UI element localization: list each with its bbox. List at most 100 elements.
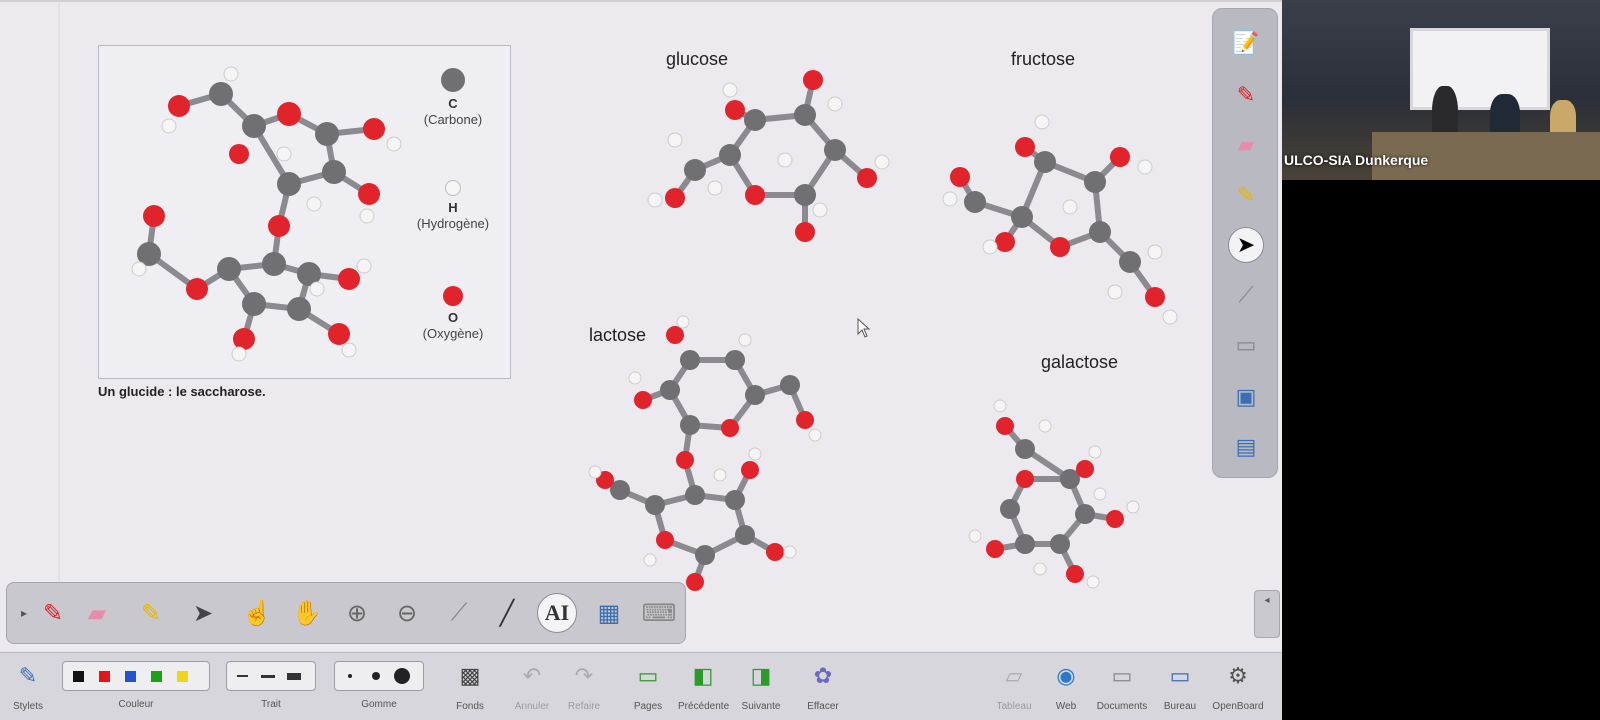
suivante-button[interactable]: ◨ Suivante [736,659,786,712]
galactose-molecule [968,399,1140,589]
line-width-label: Trait [261,699,281,710]
carbon-atom-icon [441,68,465,92]
previous-page-icon: ◧ [692,663,714,688]
legend-name: (Hydrogène) [416,216,490,231]
globe-icon: ◉ [1056,663,1076,688]
hand-icon[interactable]: ✋ [287,593,327,633]
hand-pointer-icon[interactable]: ☝ [237,593,277,633]
effacer-button[interactable]: ✿ Effacer [800,659,846,712]
legend-carbon: C (Carbone) [413,68,493,128]
eraser-medium[interactable] [365,665,387,687]
fonds-button[interactable]: ▩ Fonds [450,659,490,712]
add-page-icon: ▭ [637,663,659,688]
eraser-icon[interactable]: ▰ [1228,127,1264,163]
galactose-label: galactose [1041,352,1119,372]
color-green[interactable] [145,665,167,687]
pages-label: Pages [633,701,663,712]
tableau-label: Tableau [996,701,1032,712]
line-medium[interactable] [257,665,279,687]
laser-icon[interactable]: ⟋ [1228,277,1264,313]
pen-icon[interactable]: ✎ [33,593,73,633]
desktop-icon[interactable]: ▤ [1228,429,1264,465]
redo-icon: ↷ [574,663,594,688]
color-red[interactable] [93,665,115,687]
highlighter-icon[interactable]: ✎ [131,593,171,633]
figure-caption: Un glucide : le saccharose. [98,384,266,399]
annuler-label: Annuler [514,701,550,712]
pen-icon[interactable]: ✎ [1228,77,1264,113]
stylets-button[interactable]: ✎ Stylets [8,659,48,712]
capture-icon[interactable]: ▦ [589,593,629,633]
undo-icon: ↶ [522,663,542,688]
legend-symbol: C [448,96,458,111]
saccharose-molecule [131,66,402,362]
board-icon: ▱ [1005,663,1023,688]
annuler-button[interactable]: ↶ Annuler [510,659,554,712]
eraser-large[interactable] [391,665,413,687]
fonds-label: Fonds [456,701,484,712]
ruler-icon[interactable]: ▭ [1228,327,1264,363]
color-yellow[interactable] [171,665,193,687]
clear-page-icon: ✿ [813,663,833,688]
bottom-toolbar: ✎ Stylets Couleur Trait Gomme ▩ Fonds ↶ … [0,652,1282,720]
line-icon[interactable]: ╱ [487,593,527,633]
gear-icon: ⚙ [1228,663,1248,688]
color-label: Couleur [118,699,154,710]
laser-icon[interactable]: ⟋ [439,593,479,633]
projector-screen [1410,28,1550,110]
line-thin[interactable] [231,665,253,687]
legend-oxygen: O (Oxygène) [413,286,493,342]
documents-label: Documents [1096,701,1148,712]
text-icon[interactable]: AI [537,593,577,633]
documents-button[interactable]: ▭ Documents [1094,659,1150,712]
lactose-molecule [588,315,822,591]
background-icon: ▩ [459,663,481,688]
eraser-icon[interactable]: ▰ [77,593,117,633]
folder-icon: ▭ [1111,663,1133,688]
zoom-out-icon[interactable]: ⊖ [387,593,427,633]
line-thick[interactable] [283,665,305,687]
refaire-button[interactable]: ↷ Refaire [562,659,606,712]
glucose-molecule [647,70,890,242]
bureau-button[interactable]: ▭ Bureau [1158,659,1202,712]
line-width-picker [226,661,316,691]
keyboard-icon[interactable]: ⌨ [639,593,679,633]
highlighter-icon[interactable]: ✎ [1228,177,1264,213]
webcam-label: ULCO-SIA Dunkerque [1284,152,1429,168]
eraser-size-label: Gomme [361,699,397,710]
monitor-icon: ▭ [1169,663,1191,688]
openboard-button[interactable]: ⚙ OpenBoard [1208,659,1268,712]
web-label: Web [1055,701,1077,712]
side-toolbar: 📝 ✎ ▰ ✎ ➤ ⟋ ▭ ▣ ▤ [1212,8,1278,478]
mouse-cursor-icon [857,317,871,338]
legend-symbol: O [447,310,459,325]
next-page-icon: ◨ [750,663,772,688]
stylets-icon: ✎ [18,663,38,688]
pointer-icon[interactable]: ➤ [1228,227,1264,263]
pages-button[interactable]: ▭ Pages [626,659,670,712]
legend-hydrogen: H (Hydrogène) [403,180,503,232]
page-panel-toggle[interactable]: ◂ [1254,590,1280,638]
openboard-label: OpenBoard [1212,701,1264,712]
legend-name: (Oxygène) [422,326,484,341]
eraser-size-picker [334,661,424,691]
saccharose-figure: C (Carbone) H (Hydrogène) O (Oxygène) [98,45,511,379]
color-black[interactable] [67,665,89,687]
legend-name: (Carbone) [423,112,483,127]
effacer-label: Effacer [807,701,839,712]
web-button[interactable]: ◉ Web [1044,659,1088,712]
pointer-icon[interactable]: ➤ [183,593,223,633]
display-icon[interactable]: ▣ [1228,379,1264,415]
tableau-button[interactable]: ▱ Tableau [990,659,1038,712]
suivante-label: Suivante [741,701,781,712]
zoom-in-icon[interactable]: ⊕ [337,593,377,633]
webcam-feed: ULCO-SIA Dunkerque [1282,0,1600,180]
eraser-small[interactable] [339,665,361,687]
stylus-palette: ▸ ✎ ▰ ✎ ➤ ☝ ✋ ⊕ ⊖ ⟋ ╱ AI ▦ ⌨ [6,582,686,644]
glucose-label: glucose [666,49,729,69]
color-blue[interactable] [119,665,141,687]
board-divider [58,2,60,592]
page-edit-icon[interactable]: 📝 [1228,25,1264,61]
screen: C (Carbone) H (Hydrogène) O (Oxygène) Un… [0,0,1600,720]
precedente-button[interactable]: ◧ Précédente [678,659,729,712]
